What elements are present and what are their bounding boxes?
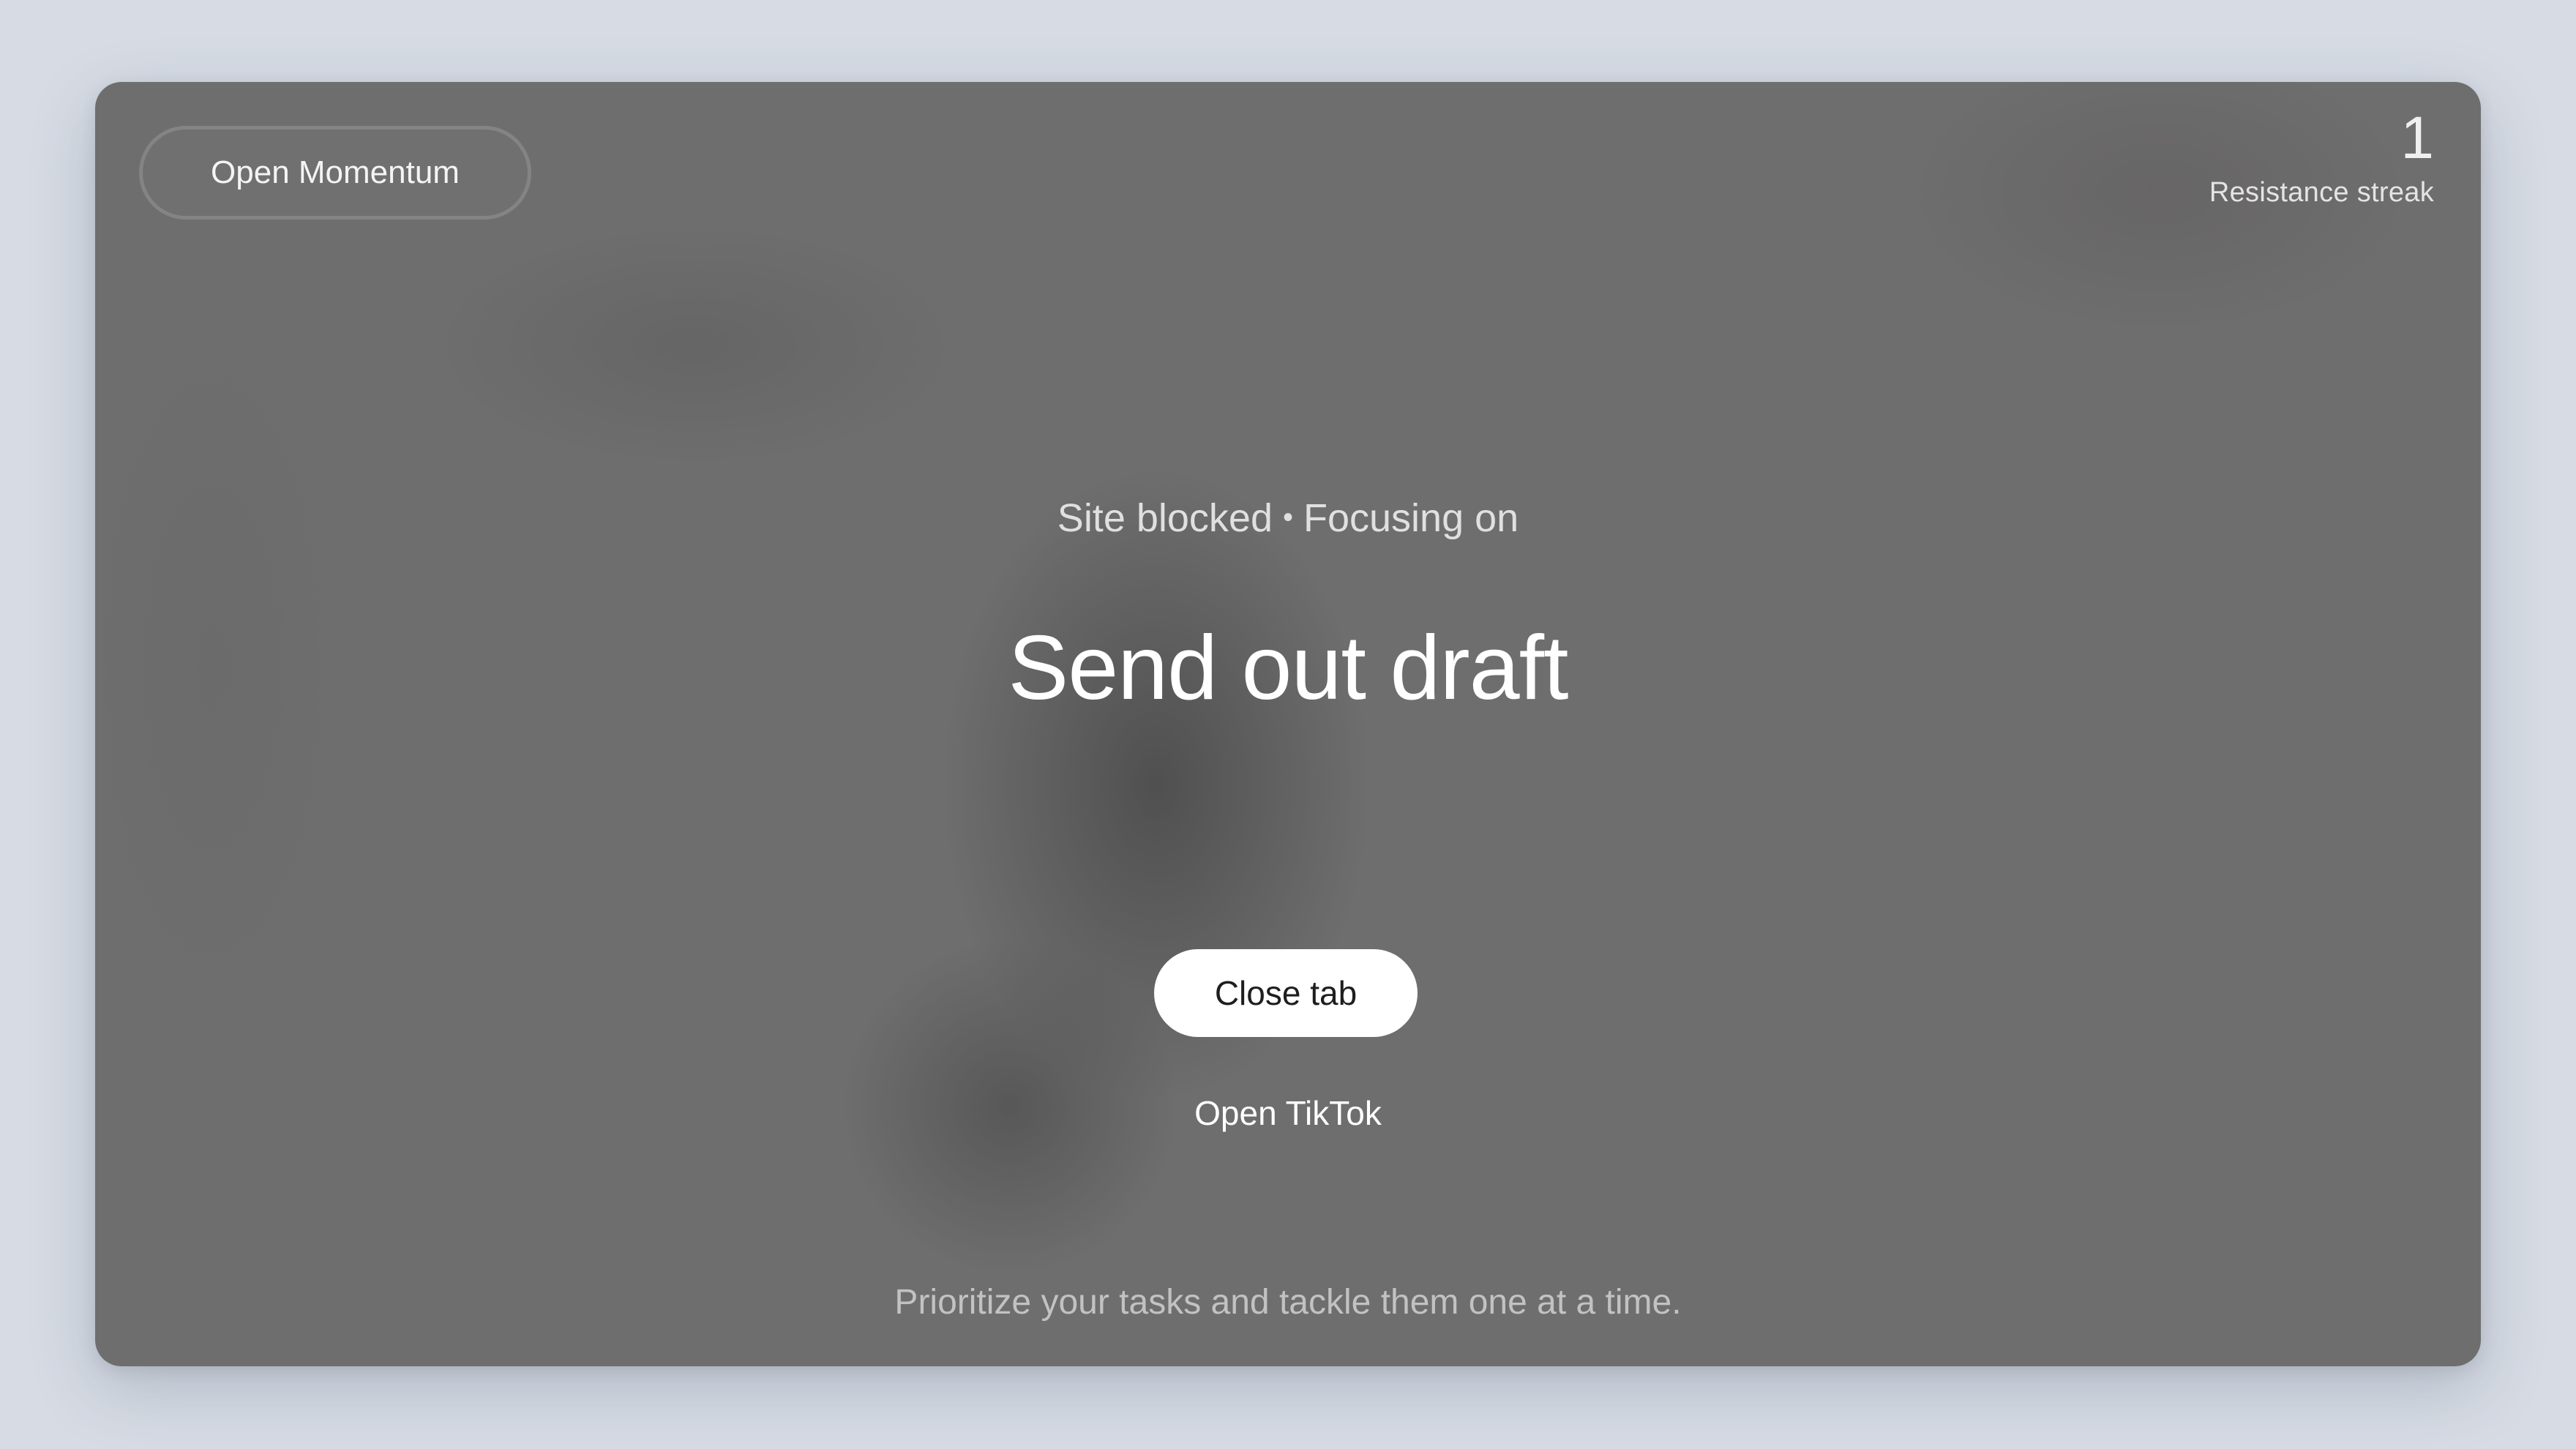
- streak-count: 1: [2400, 105, 2434, 171]
- close-tab-label: Close tab: [1214, 974, 1358, 1012]
- separator-dot: •: [1282, 501, 1293, 534]
- focus-task-title: Send out draft: [1008, 618, 1569, 719]
- status-text: Site blocked: [1057, 496, 1273, 540]
- close-tab-button[interactable]: Close tab: [1154, 949, 1418, 1037]
- footer-tip: Prioritize your tasks and tackle them on…: [894, 1283, 1682, 1322]
- open-tiktok-link[interactable]: Open TikTok: [95, 1093, 2481, 1133]
- open-momentum-label: Open Momentum: [211, 154, 460, 190]
- resistance-streak: 1 Resistance streak: [2209, 108, 2434, 209]
- blurred-background: [95, 82, 2481, 1366]
- open-momentum-button[interactable]: Open Momentum: [139, 126, 531, 220]
- focus-prefix-text: Focusing on: [1303, 496, 1519, 540]
- blocked-site-overlay: Open Momentum 1 Resistance streak Site b…: [95, 82, 2481, 1366]
- streak-label: Resistance streak: [2209, 177, 2434, 208]
- focus-subtitle: Site blocked • Focusing on: [95, 495, 2481, 541]
